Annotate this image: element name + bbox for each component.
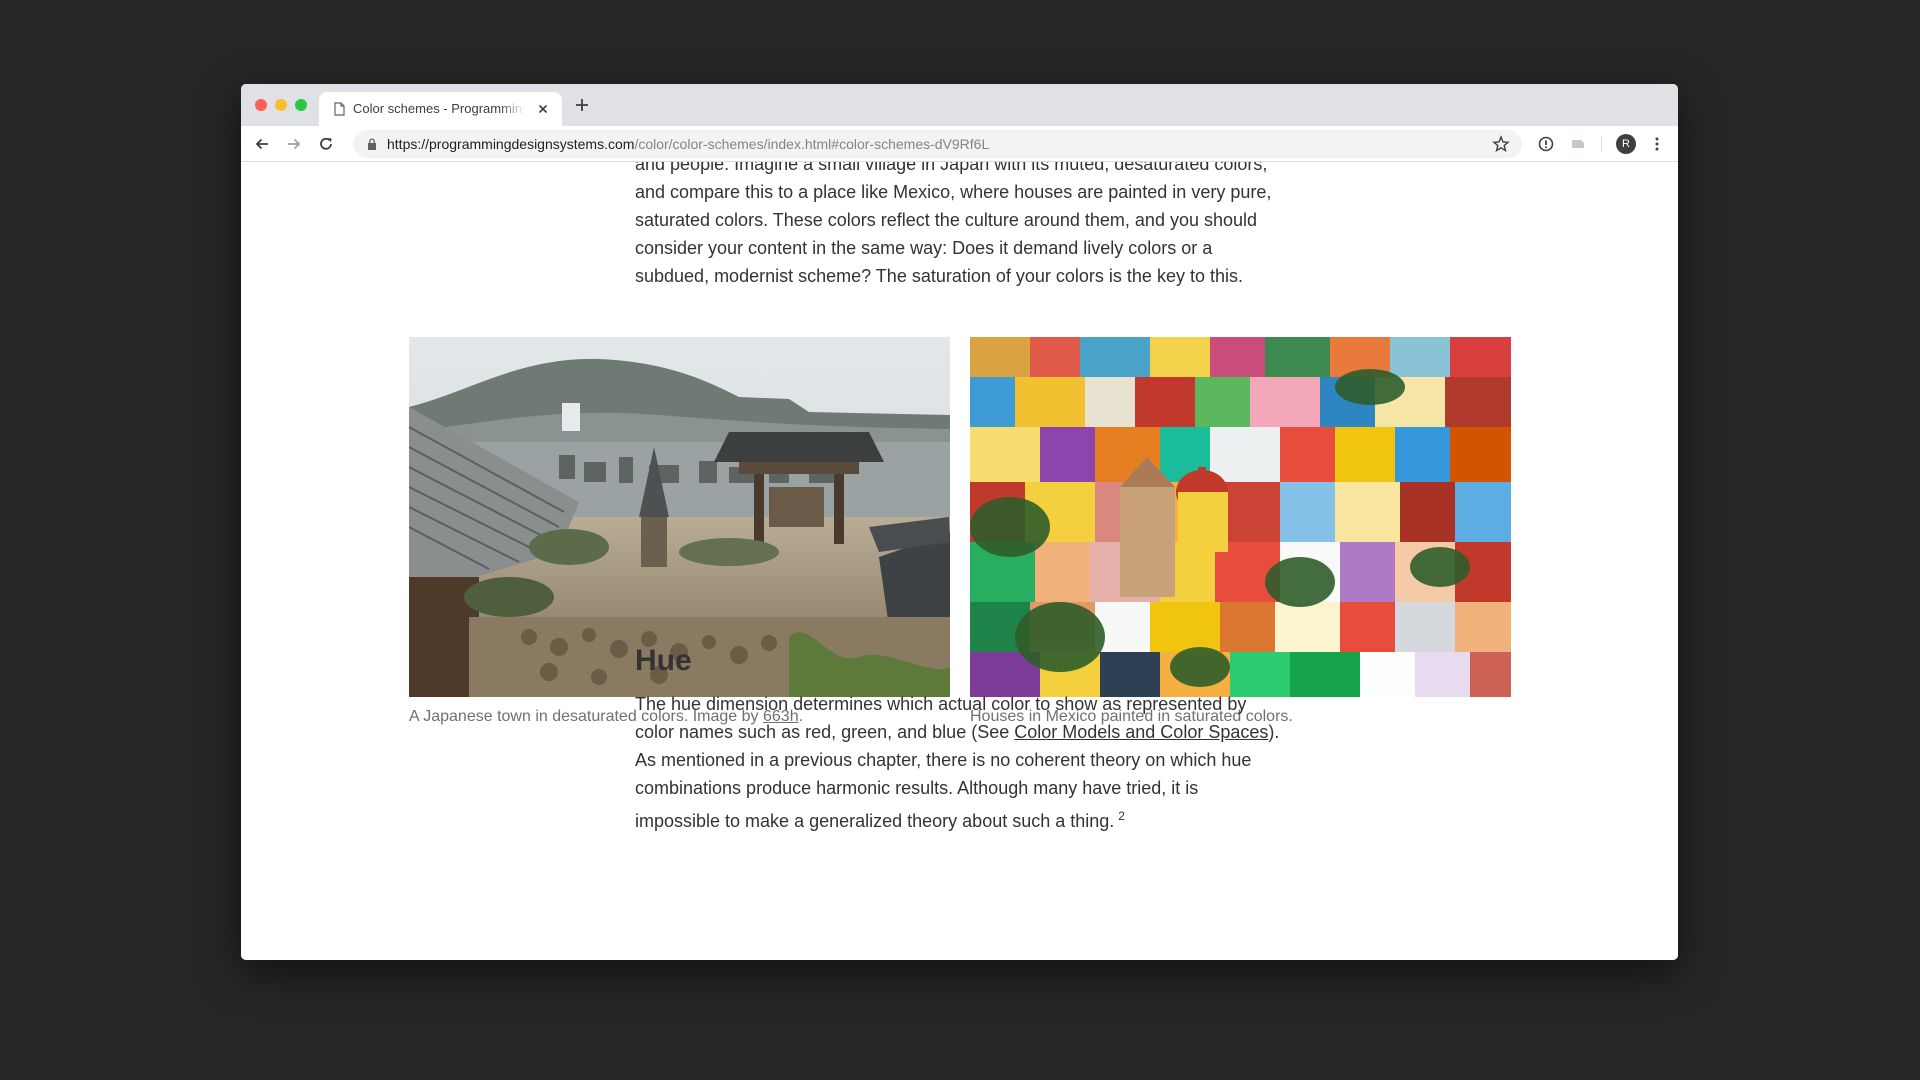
reload-icon[interactable] bbox=[317, 135, 335, 153]
footnote-marker[interactable]: 2 bbox=[1118, 809, 1125, 823]
maximize-window-button[interactable] bbox=[295, 99, 307, 111]
body-paragraph-hue: The hue dimension determines which actua… bbox=[635, 694, 1280, 831]
lock-icon bbox=[368, 138, 376, 150]
section-heading: Hue bbox=[635, 644, 692, 677]
password-manager-icon[interactable] bbox=[1537, 135, 1555, 153]
back-arrow-icon[interactable] bbox=[253, 135, 271, 153]
profile-avatar[interactable]: R bbox=[1616, 134, 1636, 154]
document-icon bbox=[334, 102, 345, 116]
extension-icon[interactable] bbox=[1569, 135, 1587, 153]
address-bar[interactable]: https://programmingdesignsystems.com/col… bbox=[353, 130, 1522, 158]
close-tab-icon[interactable] bbox=[536, 102, 550, 116]
forward-arrow-icon[interactable] bbox=[285, 135, 303, 153]
toolbar-divider bbox=[1601, 136, 1602, 152]
browser-toolbar: https://programmingdesignsystems.com/col… bbox=[241, 126, 1678, 162]
tab-active[interactable]: Color schemes - Programming Design Syste… bbox=[319, 92, 562, 126]
tab-title: Color schemes - Programming Design Syste… bbox=[353, 101, 525, 116]
mexico-houses-image bbox=[970, 337, 1511, 697]
page-content[interactable]: and people. Imagine a small village in J… bbox=[241, 162, 1678, 960]
browser-window: Color schemes - Programming Design Syste… bbox=[241, 84, 1678, 960]
japanese-town-image bbox=[409, 337, 950, 697]
minimize-window-button[interactable] bbox=[275, 99, 287, 111]
close-window-button[interactable] bbox=[255, 99, 267, 111]
color-models-link[interactable]: Color Models and Color Spaces bbox=[1014, 722, 1268, 742]
more-menu-icon[interactable] bbox=[1648, 135, 1666, 153]
new-tab-icon[interactable] bbox=[574, 97, 590, 113]
body-paragraph: and people. Imagine a small village in J… bbox=[635, 162, 1272, 286]
bookmark-star-icon[interactable] bbox=[1492, 135, 1510, 153]
tab-strip: Color schemes - Programming Design Syste… bbox=[241, 84, 1678, 126]
url-text: https://programmingdesignsystems.com/col… bbox=[387, 136, 990, 152]
